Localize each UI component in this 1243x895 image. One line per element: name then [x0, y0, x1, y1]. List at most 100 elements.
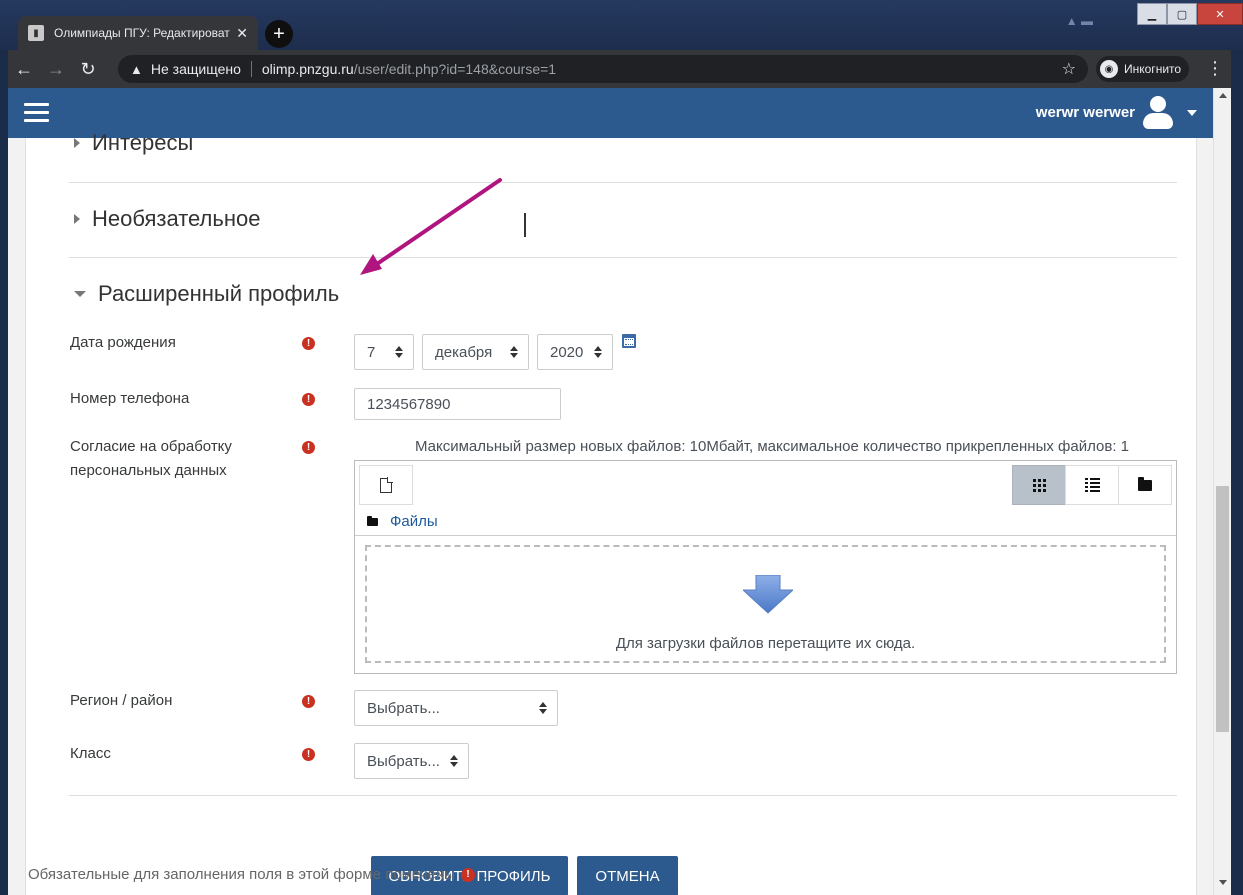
scroll-thumb[interactable] — [1216, 486, 1229, 732]
edit-profile-card: Интересы Необязательное Расширенный проф… — [25, 130, 1197, 895]
browser-tab[interactable]: ▮ Олимпиады ПГУ: Редактироват ✕ — [18, 16, 258, 50]
required-icon: ! — [302, 393, 315, 406]
collapse-triangle-icon — [74, 291, 86, 297]
section-title: Необязательное — [92, 206, 261, 231]
required-fields-note: Обязательные для заполнения поля в этой … — [28, 866, 487, 883]
scroll-up-icon[interactable] — [1219, 93, 1227, 98]
grade-select[interactable]: Выбрать... — [354, 743, 469, 779]
select-value: 2020 — [550, 343, 584, 361]
expand-triangle-icon — [74, 214, 80, 224]
user-avatar-icon[interactable] — [1141, 96, 1175, 130]
reload-icon[interactable]: ↻ — [72, 59, 104, 80]
file-limits-info: Максимальный размер новых файлов: 10Мбай… — [415, 438, 1130, 455]
divider — [355, 535, 1176, 536]
window-close-button[interactable]: ✕ — [1197, 3, 1243, 25]
select-value: декабря — [435, 343, 493, 361]
expand-triangle-icon — [74, 138, 80, 148]
view-switcher — [1012, 465, 1172, 505]
select-arrows-icon — [395, 346, 403, 358]
region-select[interactable]: Выбрать... — [354, 690, 558, 726]
maximize-button[interactable]: ▢ — [1167, 3, 1197, 25]
birthdate-label: Дата рождения — [70, 334, 176, 351]
incognito-label: Инкогнито — [1124, 62, 1182, 76]
tab-title: Олимпиады ПГУ: Редактироват — [54, 26, 230, 40]
minimize-button[interactable]: ▁ — [1137, 3, 1167, 25]
section-title: Интересы — [92, 130, 194, 155]
add-file-button[interactable] — [359, 465, 413, 505]
user-name[interactable]: werwr werwer — [1036, 104, 1135, 121]
section-interests[interactable]: Интересы — [74, 130, 193, 156]
view-icons-button[interactable] — [1012, 465, 1066, 505]
file-dropzone[interactable]: Для загрузки файлов перетащите их сюда. — [365, 545, 1166, 663]
browser-menu-icon[interactable]: ⋮ — [1206, 58, 1224, 79]
browser-titlebar: ▮ Олимпиады ПГУ: Редактироват ✕ + ▲ ▬ ▁ … — [0, 0, 1243, 50]
scroll-down-icon[interactable] — [1219, 880, 1227, 885]
select-value: Выбрать... — [367, 752, 440, 770]
file-add-icon — [380, 477, 393, 493]
file-manager: Файлы Для загрузки файлов перетащите их … — [354, 460, 1177, 674]
warning-triangle-icon: ▲ — [130, 61, 143, 77]
phone-input[interactable] — [354, 388, 561, 420]
calendar-icon[interactable] — [622, 334, 636, 348]
url-path: /user/edit.php?id=148&course=1 — [353, 61, 557, 77]
text-cursor — [524, 213, 526, 237]
incognito-icon: ◉ — [1100, 60, 1118, 78]
section-title: Расширенный профиль — [98, 281, 340, 306]
page-viewport: werwr werwer Интересы Необязательное Рас… — [8, 88, 1213, 895]
consent-label: Согласие на обработку персональных данны… — [70, 435, 232, 483]
hamburger-menu-icon[interactable] — [24, 103, 49, 127]
phone-label: Номер телефона — [70, 390, 190, 407]
consent-label-line: Согласие на обработку — [70, 438, 232, 455]
incognito-badge[interactable]: ◉ Инкогнито — [1096, 56, 1190, 82]
file-path-breadcrumb[interactable]: Файлы — [367, 513, 438, 530]
window-frame — [1231, 50, 1243, 895]
back-arrow-icon[interactable]: ← — [8, 59, 40, 80]
grid-view-icon — [1032, 478, 1046, 492]
birth-day-select[interactable]: 7 — [354, 334, 414, 370]
divider — [69, 795, 1177, 796]
view-list-button[interactable] — [1065, 465, 1119, 505]
region-label: Регион / район — [70, 692, 173, 709]
select-arrows-icon — [539, 702, 547, 714]
background-window-icons: ▲ ▬ — [1065, 14, 1093, 28]
required-icon: ! — [302, 695, 315, 708]
divider — [69, 182, 1177, 183]
birth-year-select[interactable]: 2020 — [537, 334, 613, 370]
select-arrows-icon — [594, 346, 602, 358]
note-period: . — [483, 866, 488, 883]
required-icon: ! — [302, 337, 315, 350]
new-tab-button[interactable]: + — [265, 20, 293, 48]
forward-arrow-icon[interactable]: → — [40, 59, 72, 80]
select-value: Выбрать... — [367, 699, 440, 717]
path-label: Файлы — [390, 513, 438, 530]
cancel-button[interactable]: ОТМЕНА — [577, 856, 678, 895]
select-arrows-icon — [510, 346, 518, 358]
url-host: olimp.pnzgu.ru — [261, 61, 354, 77]
select-value: 7 — [367, 343, 376, 361]
view-tree-button[interactable] — [1118, 465, 1172, 505]
dropzone-text: Для загрузки файлов перетащите их сюда. — [615, 635, 916, 652]
address-bar[interactable]: ▲ Не защищено olimp.pnzgu.ru/user/edit.p… — [118, 55, 1088, 83]
bookmark-star-icon[interactable]: ☆ — [1062, 59, 1076, 79]
required-icon: ! — [302, 441, 315, 454]
birth-month-select[interactable]: декабря — [422, 334, 529, 370]
tab-close-icon[interactable]: ✕ — [236, 25, 248, 42]
page-scrollbar[interactable] — [1213, 88, 1231, 895]
section-extended-profile[interactable]: Расширенный профиль — [74, 281, 339, 307]
download-arrow-icon — [743, 575, 793, 614]
window-controls: ▁ ▢ ✕ — [1137, 3, 1243, 25]
required-icon: ! — [461, 867, 476, 882]
list-view-icon — [1084, 476, 1100, 494]
select-arrows-icon — [450, 755, 458, 767]
required-icon: ! — [302, 748, 315, 761]
note-text: Обязательные для заполнения поля в этой … — [28, 866, 456, 883]
consent-label-line: персональных данных — [70, 462, 227, 479]
user-menu-caret-icon[interactable] — [1187, 110, 1197, 116]
security-label: Не защищено — [150, 61, 241, 77]
site-favicon-icon: ▮ — [28, 25, 44, 41]
omnibox-separator — [250, 61, 252, 77]
browser-toolbar: ← → ↻ ▲ Не защищено olimp.pnzgu.ru/user/… — [8, 50, 1235, 88]
folder-view-icon — [1138, 476, 1152, 491]
grade-label: Класс — [70, 745, 111, 762]
section-optional[interactable]: Необязательное — [74, 206, 260, 232]
